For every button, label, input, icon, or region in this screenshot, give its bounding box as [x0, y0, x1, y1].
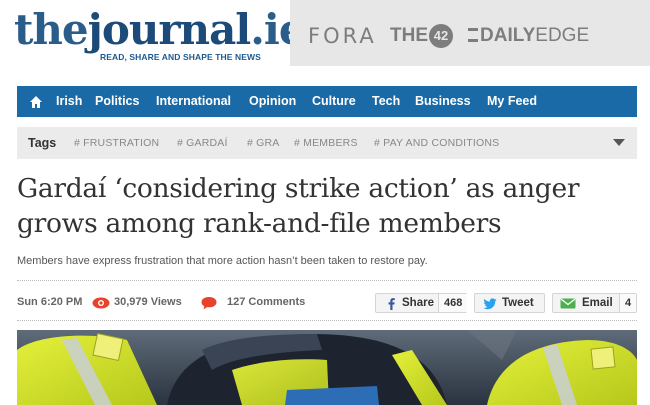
garda-officers-image — [17, 330, 637, 405]
tags-label: Tags — [28, 136, 57, 150]
nav-item-irish[interactable]: Irish — [56, 86, 82, 117]
nav-item-international[interactable]: International — [156, 86, 231, 117]
site-header: thejournal.ie READ, SHARE AND SHAPE THE … — [0, 0, 650, 80]
article-standfirst: Members have express frustration that mo… — [17, 255, 428, 267]
fora-link[interactable]: FORA — [308, 24, 377, 48]
tags-bar: Tags # FRUSTRATION # GARDAÍ # GRA # MEMB… — [17, 127, 637, 159]
main-nav: Irish Politics International Opinion Cul… — [17, 86, 637, 117]
nav-item-politics[interactable]: Politics — [95, 86, 139, 117]
tag-gra[interactable]: # GRA — [247, 127, 280, 159]
nav-item-culture[interactable]: Culture — [312, 86, 356, 117]
tag-members[interactable]: # MEMBERS — [294, 127, 358, 159]
twitter-icon — [483, 298, 497, 310]
the42-badge: 42 — [429, 24, 453, 48]
facebook-icon — [388, 298, 395, 310]
divider — [17, 280, 637, 281]
facebook-share-button[interactable]: Share 468 — [375, 293, 468, 313]
logo-wordmark: thejournal.ie — [14, 5, 306, 54]
view-count: 30,979 Views — [114, 296, 182, 308]
partner-sites-bar: FORA THE 42 DAILYEDGE — [290, 0, 650, 66]
the42-link[interactable]: THE 42 — [390, 24, 453, 48]
article-meta: Sun 6:20 PM 30,979 Views 127 Comments Sh… — [17, 293, 637, 315]
eye-icon — [92, 297, 110, 309]
comment-count-link[interactable]: 127 Comments — [227, 296, 305, 308]
article-headline: Gardaí ‘considering strike action’ as an… — [17, 173, 580, 239]
nav-item-tech[interactable]: Tech — [372, 86, 400, 117]
article-photo — [17, 330, 637, 405]
comment-bubble-icon[interactable] — [201, 296, 217, 310]
tag-frustration[interactable]: # FRUSTRATION — [74, 127, 159, 159]
facebook-share-label: Share — [402, 297, 434, 309]
email-share-label: Email — [582, 297, 613, 309]
chevron-down-icon[interactable] — [613, 139, 625, 146]
logo-tagline: READ, SHARE AND SHAPE THE NEWS — [100, 52, 261, 62]
twitter-share-label: Tweet — [502, 297, 534, 309]
tag-pay-and-conditions[interactable]: # PAY AND CONDITIONS — [374, 127, 499, 159]
facebook-share-count: 468 — [438, 294, 468, 312]
tag-gardai[interactable]: # GARDAÍ — [177, 127, 228, 159]
nav-item-opinion[interactable]: Opinion — [249, 86, 296, 117]
nav-item-business[interactable]: Business — [415, 86, 471, 117]
mail-icon — [560, 298, 576, 309]
nav-item-my-feed[interactable]: My Feed — [487, 86, 537, 117]
dailyedge-link[interactable]: DAILYEDGE — [468, 24, 589, 48]
email-share-button[interactable]: Email 4 — [552, 293, 637, 313]
home-icon[interactable] — [29, 95, 43, 109]
divider — [17, 320, 637, 321]
email-share-count: 4 — [619, 294, 637, 312]
thejournal-logo[interactable]: thejournal.ie READ, SHARE AND SHAPE THE … — [14, 6, 306, 66]
dailyedge-mark-icon — [468, 28, 478, 42]
publish-time: Sun 6:20 PM — [17, 296, 83, 308]
twitter-share-button[interactable]: Tweet — [474, 293, 545, 313]
